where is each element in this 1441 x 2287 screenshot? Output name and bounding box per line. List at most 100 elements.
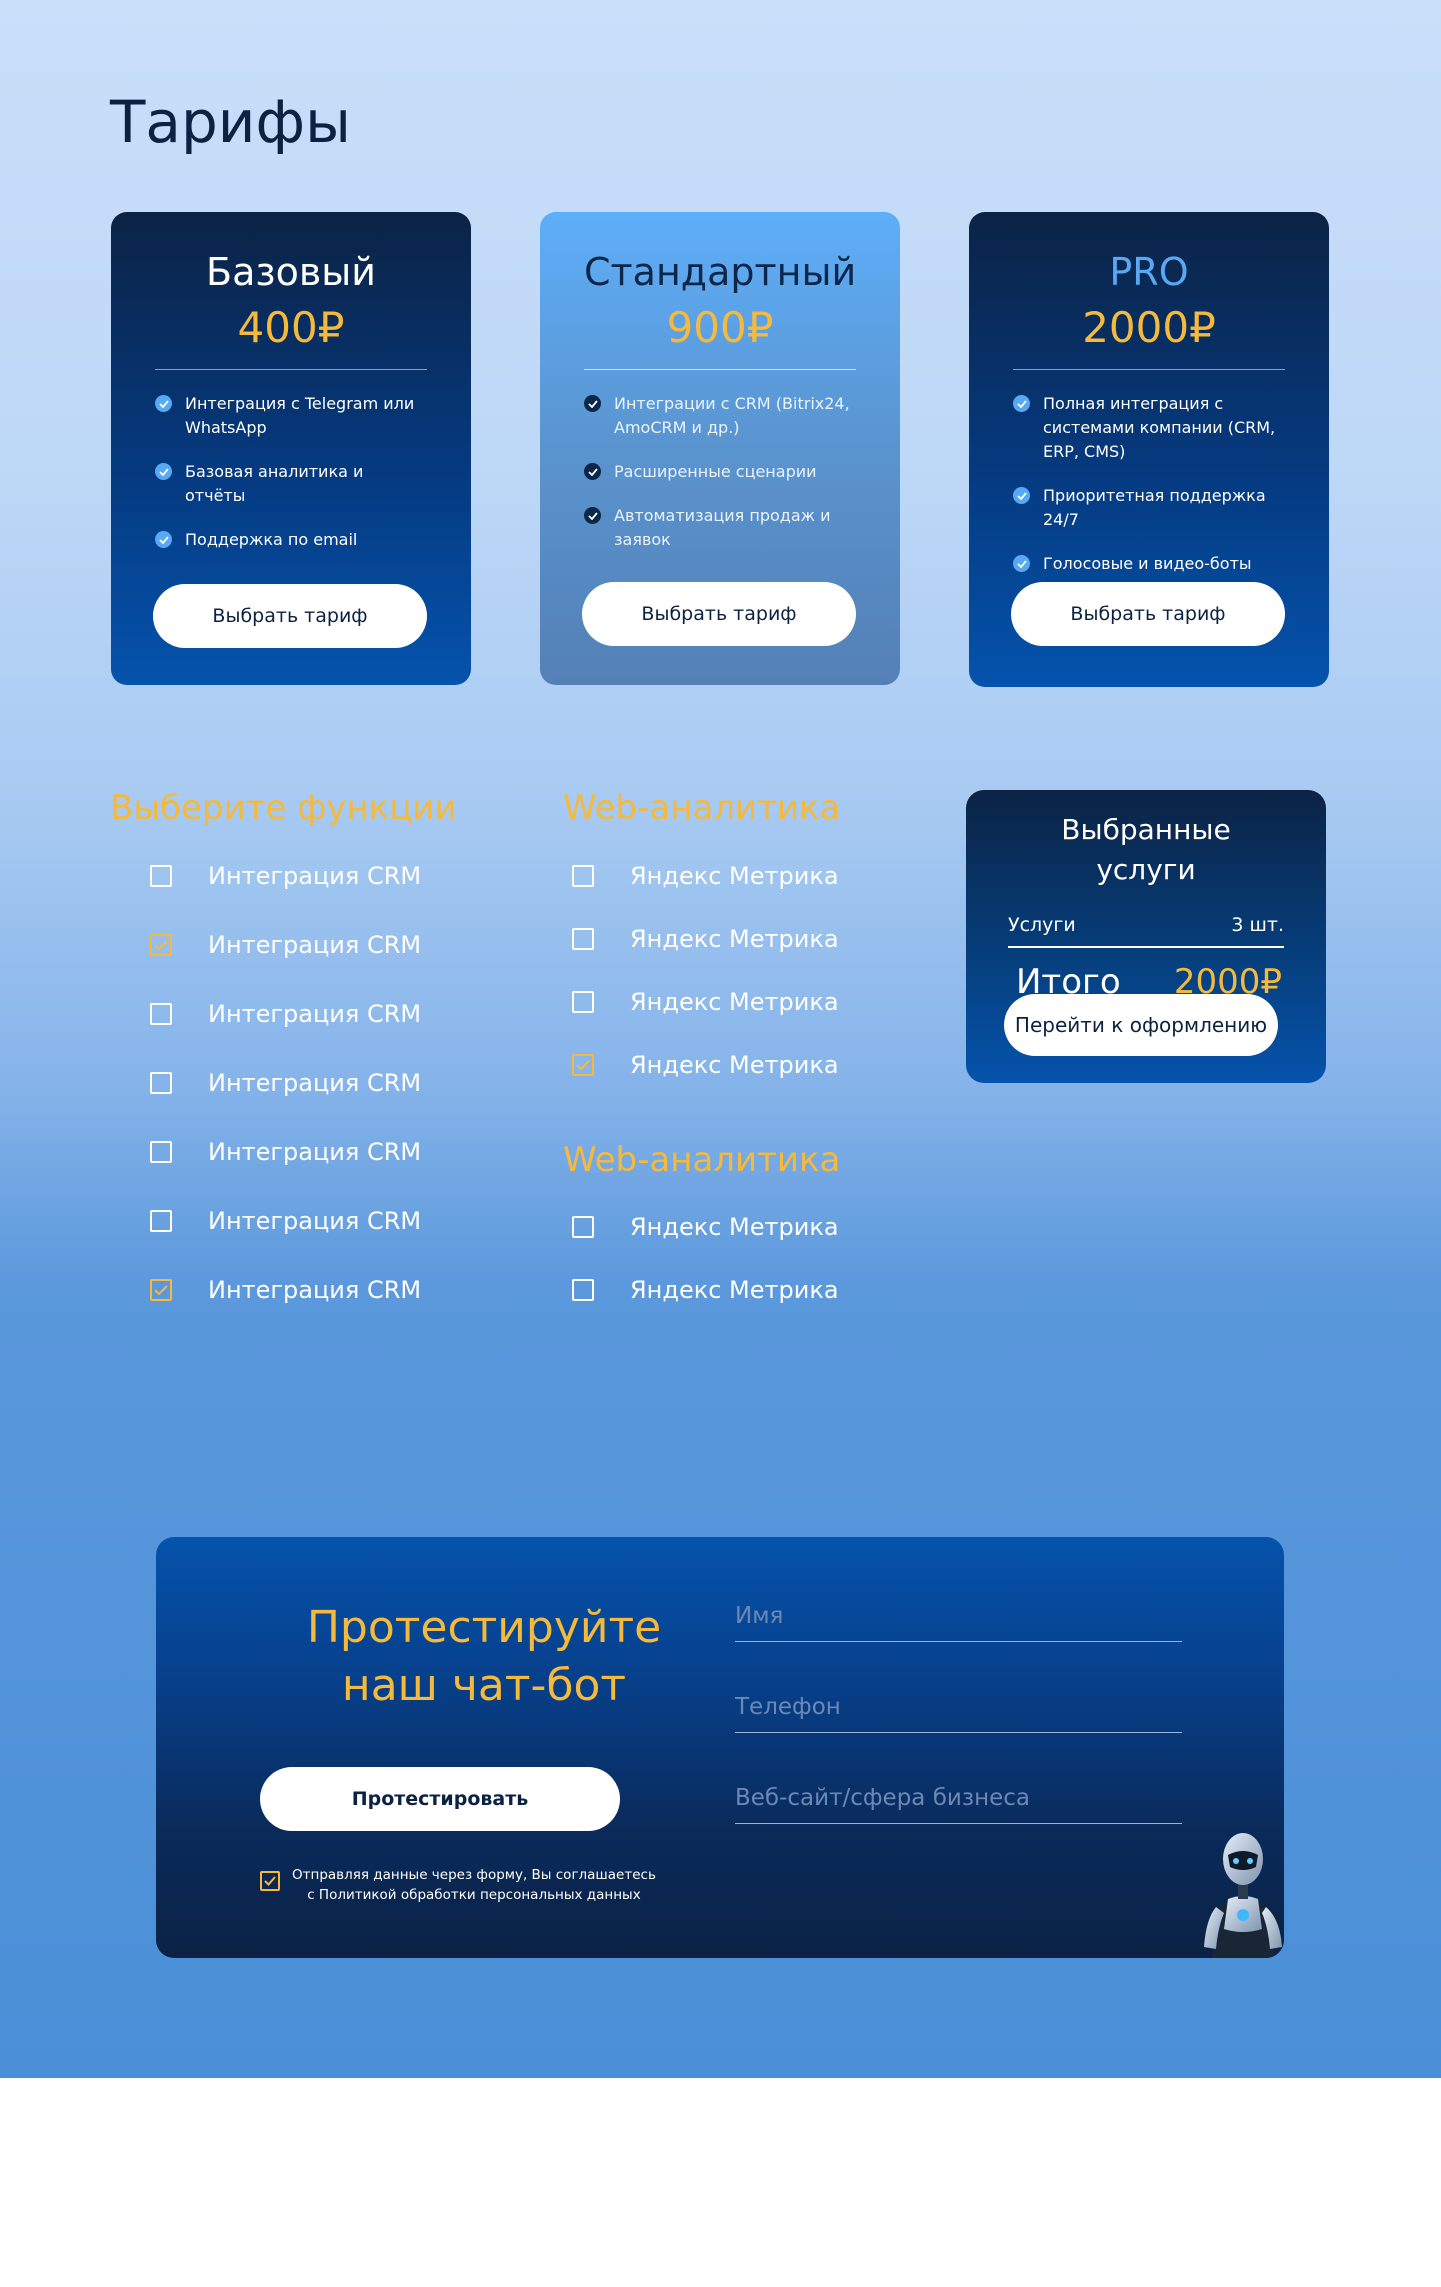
check-circle-icon [155, 531, 172, 548]
option-item[interactable]: Яндекс Метрика [572, 925, 839, 953]
services-row: Услуги 3 шт. [1008, 914, 1284, 936]
feature-item: Приоритетная поддержка 24/7 [1013, 484, 1285, 532]
name-field[interactable] [735, 1582, 1182, 1642]
check-circle-icon [1013, 395, 1030, 412]
check-circle-icon [584, 463, 601, 480]
tariff-card-pro: PRO 2000₽ Полная интеграция с системами … [969, 212, 1329, 687]
test-bot-section: Протестируйте наш чат-бот Протестировать… [156, 1537, 1284, 1958]
title-line: наш чат-бот [341, 1660, 627, 1711]
feature-label: Расширенные сценарии [614, 462, 817, 481]
tariff-price: 2000₽ [1082, 303, 1216, 352]
option-label: Интеграция CRM [208, 1276, 422, 1304]
select-tariff-button[interactable]: Выбрать тариф [153, 584, 427, 648]
checkbox[interactable] [572, 1216, 594, 1238]
option-label: Интеграция CRM [208, 1069, 422, 1097]
tariff-name: Базовый [206, 250, 376, 294]
option-item[interactable]: Яндекс Метрика [572, 1276, 839, 1304]
feature-item: Автоматизация продаж и заявок [584, 504, 856, 552]
phone-input[interactable] [735, 1673, 1182, 1732]
option-item[interactable]: Интеграция CRM [150, 931, 421, 959]
check-circle-icon [584, 395, 601, 412]
option-label: Интеграция CRM [208, 931, 422, 959]
check-circle-icon [155, 463, 172, 480]
checkbox-checked[interactable] [572, 1054, 594, 1076]
checkbox[interactable] [150, 865, 172, 887]
robot-illustration [1204, 1833, 1282, 1958]
title-line: Протестируйте [306, 1602, 662, 1653]
checkbox[interactable] [572, 928, 594, 950]
divider [584, 369, 856, 370]
check-circle-icon [1013, 487, 1030, 504]
check-circle-icon [1013, 555, 1030, 572]
option-label: Яндекс Метрика [630, 1213, 839, 1241]
feature-label: Интеграции с CRM (Bitrix24, AmoCRM и др.… [614, 394, 850, 437]
checkbox[interactable] [150, 1072, 172, 1094]
feature-label: Интеграция с Telegram или WhatsApp [185, 394, 415, 437]
test-button[interactable]: Протестировать [260, 1767, 620, 1831]
feature-label: Автоматизация продаж и заявок [614, 506, 831, 549]
feature-item: Базовая аналитика и отчёты [155, 460, 427, 508]
option-label: Интеграция CRM [208, 1207, 422, 1235]
feature-item: Поддержка по email [155, 528, 427, 552]
option-item[interactable]: Яндекс Метрика [572, 862, 839, 890]
services-label: Услуги [1008, 914, 1076, 936]
feature-label: Голосовые и видео-боты [1043, 554, 1252, 573]
checkbox-checked[interactable] [150, 1279, 172, 1301]
feature-item: Полная интеграция с системами компании (… [1013, 392, 1285, 464]
consent-line: Отправляя данные через форму, Вы соглаша… [292, 1867, 656, 1883]
feature-item: Голосовые и видео-боты [1013, 552, 1285, 576]
option-item[interactable]: Интеграция CRM [150, 1207, 421, 1235]
feature-label: Базовая аналитика и отчёты [185, 462, 364, 505]
tariff-card-standard: Стандартный 900₽ Интеграции с CRM (Bitri… [540, 212, 900, 685]
check-circle-icon [155, 395, 172, 412]
option-item[interactable]: Интеграция CRM [150, 862, 421, 890]
select-tariff-button[interactable]: Выбрать тариф [582, 582, 856, 646]
checkbox[interactable] [572, 865, 594, 887]
page-title: Тарифы [110, 88, 351, 156]
option-item[interactable]: Интеграция CRM [150, 1276, 421, 1304]
consent-text: Отправляя данные через форму, Вы соглаша… [292, 1865, 656, 1905]
tariff-card-basic: Базовый 400₽ Интеграция с Telegram или W… [111, 212, 471, 685]
name-input[interactable] [735, 1582, 1182, 1641]
divider [155, 369, 427, 370]
phone-field[interactable] [735, 1673, 1182, 1733]
summary-title: Выбранные услуги [1061, 813, 1231, 886]
option-label: Яндекс Метрика [630, 1276, 839, 1304]
option-item[interactable]: Интеграция CRM [150, 1069, 421, 1097]
tariff-name: PRO [1109, 250, 1189, 294]
functions-title: Выберите функции [110, 788, 457, 828]
services-count: 3 шт. [1231, 914, 1284, 936]
selected-services-panel: Выбранные услуги Услуги 3 шт. Итого 2000… [966, 790, 1326, 1083]
checkbox[interactable] [572, 1279, 594, 1301]
feature-item: Расширенные сценарии [584, 460, 856, 484]
checkbox[interactable] [572, 991, 594, 1013]
website-field[interactable] [735, 1764, 1182, 1824]
consent-checkbox[interactable] [260, 1871, 280, 1891]
feature-label: Полная интеграция с системами компании (… [1043, 394, 1276, 461]
option-label: Яндекс Метрика [630, 988, 839, 1016]
consent-row: Отправляя данные через форму, Вы соглаша… [260, 1865, 656, 1905]
tariff-price: 900₽ [666, 303, 774, 352]
option-item[interactable]: Яндекс Метрика [572, 1051, 839, 1079]
checkbox[interactable] [150, 1210, 172, 1232]
option-item[interactable]: Яндекс Метрика [572, 988, 839, 1016]
website-input[interactable] [735, 1764, 1182, 1823]
option-label: Яндекс Метрика [630, 925, 839, 953]
option-item[interactable]: Интеграция CRM [150, 1000, 421, 1028]
option-label: Яндекс Метрика [630, 862, 839, 890]
option-item[interactable]: Интеграция CRM [150, 1138, 421, 1166]
option-item[interactable]: Яндекс Метрика [572, 1213, 839, 1241]
test-bot-title: Протестируйте наш чат-бот [274, 1599, 694, 1715]
select-tariff-button[interactable]: Выбрать тариф [1011, 582, 1285, 646]
feature-item: Интеграция с Telegram или WhatsApp [155, 392, 427, 440]
feature-label: Поддержка по email [185, 530, 358, 549]
checkbox[interactable] [150, 1141, 172, 1163]
checkout-button[interactable]: Перейти к оформлению [1004, 994, 1278, 1056]
feature-label: Приоритетная поддержка 24/7 [1043, 486, 1266, 529]
web-analytics-title: Web-аналитика [563, 788, 841, 828]
checkbox[interactable] [150, 1003, 172, 1025]
tariff-name: Стандартный [584, 250, 857, 294]
web-analytics-title: Web-аналитика [563, 1140, 841, 1180]
tariff-price: 400₽ [237, 303, 345, 352]
checkbox-checked[interactable] [150, 934, 172, 956]
